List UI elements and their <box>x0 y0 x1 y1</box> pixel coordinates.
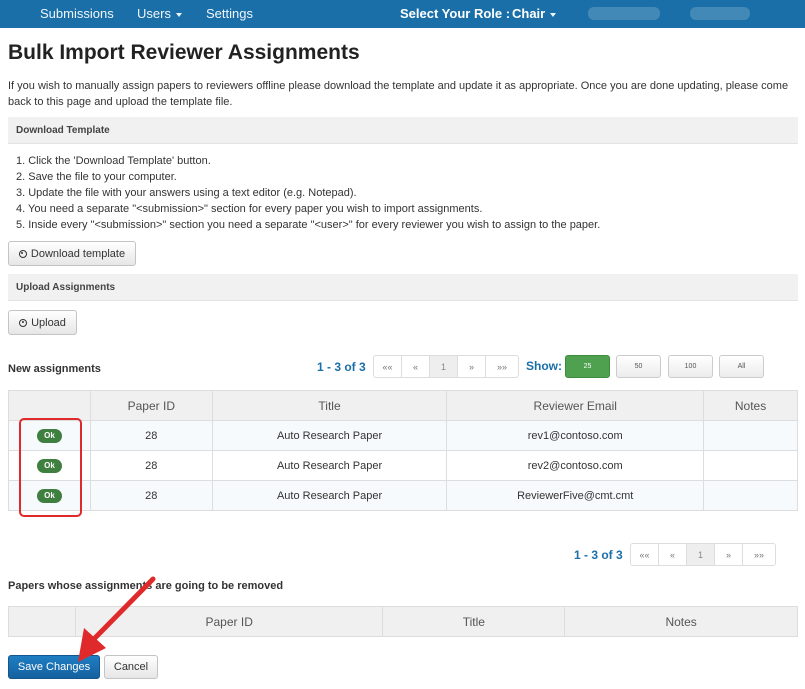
status-badge: Ok <box>36 458 62 473</box>
prev-page-button[interactable]: « <box>402 356 430 377</box>
title-cell: Auto Research Paper <box>211 480 448 511</box>
status-badge: Ok <box>36 488 62 503</box>
download-template-header: Download Template <box>8 117 798 144</box>
next-page-button[interactable]: » <box>458 356 486 377</box>
nav-settings-label: Settings <box>206 6 253 21</box>
upload-button[interactable]: Upload <box>8 310 77 335</box>
first-page-button[interactable]: «« <box>374 356 402 377</box>
email-cell: ReviewerFive@cmt.cmt <box>446 480 705 511</box>
column-header-notes[interactable]: Notes <box>564 606 798 637</box>
table-header-row: Paper ID Title Notes <box>8 606 798 637</box>
download-template-button-label: Download template <box>30 247 126 260</box>
instruction-steps: 1. Click the 'Download Template' button.… <box>16 153 600 233</box>
email-cell: rev1@contoso.com <box>446 420 705 451</box>
show-label: Show: <box>526 359 562 373</box>
upload-assignments-header: Upload Assignments <box>8 274 798 301</box>
page-size-25-button[interactable]: 25 <box>565 355 610 378</box>
chevron-down-icon <box>175 12 182 17</box>
redacted-user-info <box>588 7 660 20</box>
role-selector-label: Select Your Role : <box>400 6 511 21</box>
title-cell: Auto Research Paper <box>211 420 448 451</box>
table-row: Ok 28 Auto Research Paper ReviewerFive@c… <box>8 480 798 511</box>
instruction-step: 2. Save the file to your computer. <box>16 171 177 183</box>
role-selector[interactable]: Chair <box>512 6 557 21</box>
email-cell: rev2@contoso.com <box>446 450 705 481</box>
role-value: Chair <box>512 6 546 21</box>
page-1-button[interactable]: 1 <box>687 544 715 565</box>
upload-icon <box>19 318 28 327</box>
upload-assignments-title: Upload Assignments <box>16 282 116 293</box>
notes-cell <box>703 420 798 451</box>
download-template-button[interactable]: Download template <box>8 241 136 266</box>
nav-users[interactable]: Users <box>137 6 182 21</box>
chevron-down-icon <box>550 12 557 17</box>
bottom-pagination: «« « 1 » »» <box>630 543 776 566</box>
column-header-status <box>8 390 91 421</box>
new-assignments-label: New assignments <box>8 363 101 375</box>
page-intro: If you wish to manually assign papers to… <box>8 80 789 108</box>
column-header-paper-id[interactable]: Paper ID <box>89 390 213 421</box>
new-assignments-table: Paper ID Title Reviewer Email Notes Ok 2… <box>8 390 798 511</box>
removed-assignments-table: Paper ID Title Notes <box>8 606 798 637</box>
page-size-50-button[interactable]: 50 <box>616 355 661 378</box>
page-1-button[interactable]: 1 <box>430 356 458 377</box>
save-changes-button[interactable]: Save Changes <box>8 655 100 679</box>
notes-cell <box>703 450 798 481</box>
paper-id-cell: 28 <box>89 420 213 451</box>
table-row: Ok 28 Auto Research Paper rev2@contoso.c… <box>8 450 798 481</box>
column-header-title[interactable]: Title <box>211 390 448 421</box>
prev-page-button[interactable]: « <box>659 544 687 565</box>
title-cell: Auto Research Paper <box>211 450 448 481</box>
instruction-step: 3. Update the file with your answers usi… <box>16 187 357 199</box>
status-cell: Ok <box>8 420 91 451</box>
column-header-blank <box>8 606 76 637</box>
removed-assignments-label: Papers whose assignments are going to be… <box>8 580 284 592</box>
column-header-title[interactable]: Title <box>382 606 566 637</box>
column-header-reviewer-email[interactable]: Reviewer Email <box>446 390 705 421</box>
instruction-step: 4. You need a separate "<submission>" se… <box>16 203 483 215</box>
download-icon <box>18 249 27 258</box>
column-header-notes[interactable]: Notes <box>703 390 798 421</box>
next-page-button[interactable]: » <box>715 544 743 565</box>
nav-submissions-label: Submissions <box>40 6 114 21</box>
instruction-step: 5. Inside every "<submission>" section y… <box>16 219 601 231</box>
paper-id-cell: 28 <box>89 450 213 481</box>
notes-cell <box>703 480 798 511</box>
status-cell: Ok <box>8 450 91 481</box>
page-size-all-button[interactable]: All <box>719 355 764 378</box>
cancel-button[interactable]: Cancel <box>104 655 158 679</box>
nav-submissions[interactable]: Submissions <box>40 6 114 21</box>
nav-settings[interactable]: Settings <box>206 6 253 21</box>
first-page-button[interactable]: «« <box>631 544 659 565</box>
status-badge: Ok <box>36 428 62 443</box>
redacted-user-name[interactable] <box>690 7 750 20</box>
nav-users-label: Users <box>137 6 171 21</box>
upload-button-label: Upload <box>31 316 66 329</box>
last-page-button[interactable]: »» <box>486 356 518 377</box>
paper-id-cell: 28 <box>89 480 213 511</box>
table-row: Ok 28 Auto Research Paper rev1@contoso.c… <box>8 420 798 451</box>
status-cell: Ok <box>8 480 91 511</box>
page-info: 1 - 3 of 3 <box>317 360 366 374</box>
instruction-step: 1. Click the 'Download Template' button. <box>16 155 211 167</box>
top-navbar: Submissions Users Settings Select Your R… <box>0 0 805 28</box>
page-title: Bulk Import Reviewer Assignments <box>8 41 360 64</box>
column-header-paper-id[interactable]: Paper ID <box>74 606 384 637</box>
table-header-row: Paper ID Title Reviewer Email Notes <box>8 390 798 421</box>
page-size-100-button[interactable]: 100 <box>668 355 713 378</box>
download-template-title: Download Template <box>16 125 110 136</box>
bottom-page-info: 1 - 3 of 3 <box>574 548 623 562</box>
pagination: «« « 1 » »» <box>373 355 519 378</box>
last-page-button[interactable]: »» <box>743 544 775 565</box>
